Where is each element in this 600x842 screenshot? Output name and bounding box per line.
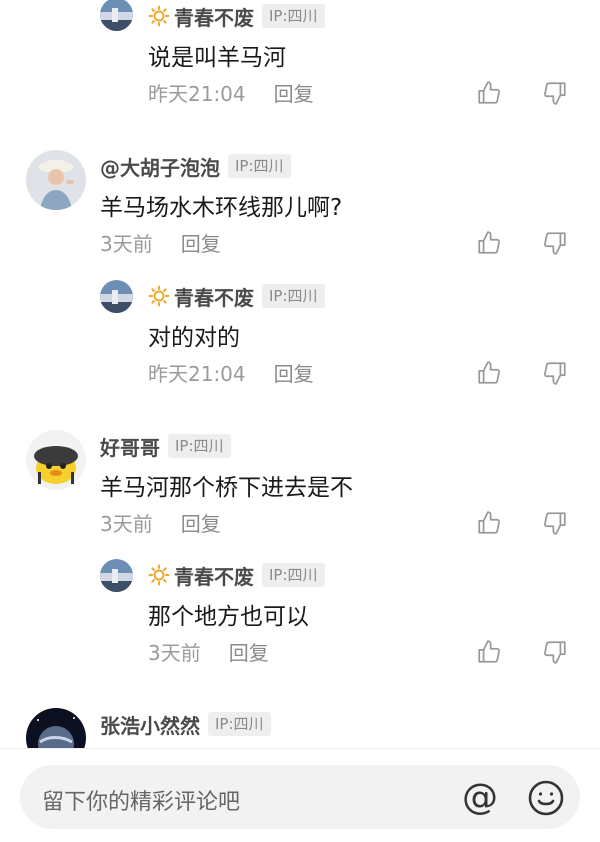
- at-icon[interactable]: @: [460, 777, 500, 818]
- emoji-icon[interactable]: [526, 778, 566, 818]
- avatar[interactable]: [26, 150, 86, 210]
- comment-time: 昨天21:04: [148, 361, 246, 386]
- ip-location-tag: IP:四川: [262, 284, 325, 308]
- username[interactable]: 青春不废: [174, 2, 254, 31]
- comment-meta: 昨天21:04 回复: [148, 78, 314, 106]
- comment-time: 昨天21:04: [148, 81, 246, 106]
- comment-time: 3天前: [148, 640, 201, 665]
- comment-list[interactable]: 青春不废 IP:四川 说是叫羊马河 昨天21:04 回复 @大胡子泡泡 IP:四…: [0, 0, 600, 748]
- reply-button[interactable]: 回复: [181, 508, 221, 537]
- thumbs-down-icon[interactable]: [542, 360, 568, 386]
- comment-header: 青春不废 IP:四川: [148, 561, 325, 590]
- comment-input[interactable]: 留下你的精彩评论吧 @: [20, 765, 580, 829]
- comment-header: 张浩小然然 IP:四川: [100, 710, 271, 739]
- sun-badge-icon: [148, 564, 170, 586]
- ip-location-tag: IP:四川: [228, 154, 291, 178]
- thumbs-down-icon[interactable]: [542, 639, 568, 665]
- comment-text[interactable]: 对的对的: [148, 318, 240, 352]
- avatar[interactable]: [26, 430, 86, 490]
- avatar[interactable]: [100, 559, 133, 592]
- sun-badge-icon: [148, 5, 170, 27]
- comment-input-placeholder[interactable]: 留下你的精彩评论吧: [42, 784, 240, 816]
- avatar[interactable]: [100, 280, 133, 313]
- avatar[interactable]: [26, 708, 86, 748]
- ip-location-tag: IP:四川: [168, 434, 231, 458]
- username[interactable]: @大胡子泡泡: [100, 152, 220, 181]
- svg-text:@: @: [462, 778, 498, 818]
- comment-meta: 3天前 回复: [100, 228, 221, 256]
- reply-button[interactable]: 回复: [229, 637, 269, 666]
- reply-button[interactable]: 回复: [274, 358, 314, 387]
- comment-text[interactable]: 羊马场水木环线那儿啊?: [100, 188, 342, 222]
- ip-location-tag: IP:四川: [208, 712, 271, 736]
- thumbs-down-icon[interactable]: [542, 80, 568, 106]
- comment-header: @大胡子泡泡 IP:四川: [100, 152, 291, 181]
- comment-header: 青春不废 IP:四川: [148, 282, 325, 311]
- thumbs-down-icon[interactable]: [542, 510, 568, 536]
- reply-button[interactable]: 回复: [274, 78, 314, 107]
- avatar[interactable]: [100, 0, 133, 31]
- comment-text[interactable]: 羊马河那个桥下进去是不: [100, 468, 353, 502]
- username[interactable]: 青春不废: [174, 561, 254, 590]
- reply-button[interactable]: 回复: [181, 228, 221, 257]
- thumbs-down-icon[interactable]: [542, 230, 568, 256]
- comment-text[interactable]: 说是叫羊马河: [148, 38, 286, 72]
- username[interactable]: 张浩小然然: [100, 710, 200, 739]
- ip-location-tag: IP:四川: [262, 563, 325, 587]
- thumbs-up-icon[interactable]: [476, 80, 502, 106]
- thumbs-up-icon[interactable]: [476, 510, 502, 536]
- thumbs-up-icon[interactable]: [476, 639, 502, 665]
- ip-location-tag: IP:四川: [262, 4, 325, 28]
- comment-meta: 3天前 回复: [100, 508, 221, 536]
- username[interactable]: 青春不废: [174, 282, 254, 311]
- comment-meta: 3天前 回复: [148, 637, 269, 665]
- comment-time: 3天前: [100, 231, 153, 256]
- thumbs-up-icon[interactable]: [476, 230, 502, 256]
- sun-badge-icon: [148, 285, 170, 307]
- comment-header: 好哥哥 IP:四川: [100, 432, 231, 461]
- comment-screen: 青春不废 IP:四川 说是叫羊马河 昨天21:04 回复 @大胡子泡泡 IP:四…: [0, 0, 600, 842]
- thumbs-up-icon[interactable]: [476, 360, 502, 386]
- comment-header: 青春不废 IP:四川: [148, 2, 325, 31]
- comment-meta: 昨天21:04 回复: [148, 358, 314, 386]
- username[interactable]: 好哥哥: [100, 432, 160, 461]
- comment-time: 3天前: [100, 511, 153, 536]
- comment-input-bar: 留下你的精彩评论吧 @: [0, 748, 600, 842]
- comment-text[interactable]: 那个地方也可以: [148, 597, 309, 631]
